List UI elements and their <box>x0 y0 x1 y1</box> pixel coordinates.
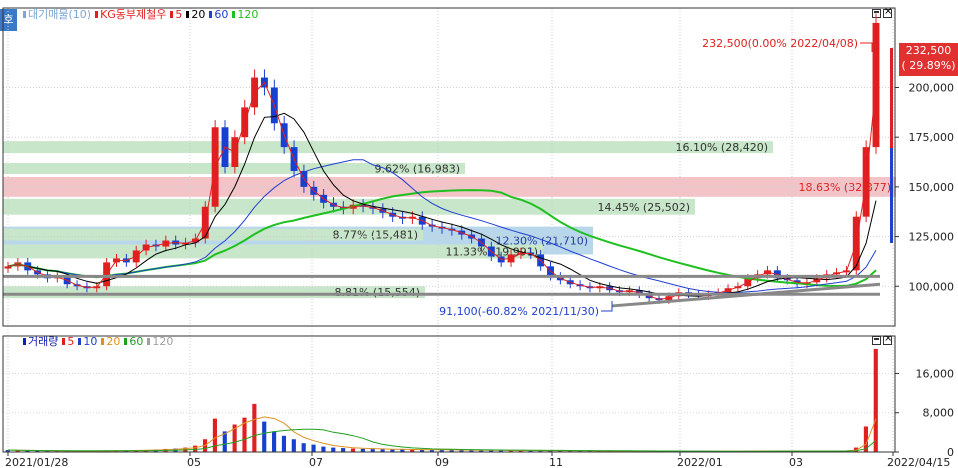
x-tick-label-2: 07 <box>309 456 323 468</box>
high-annotation: 232,500(0.00% 2022/04/08) <box>702 37 858 50</box>
current-price-change: ( 29.89%) <box>901 59 956 72</box>
x-tick-label-5: 2022/01 <box>677 456 723 468</box>
stock-chart: 12.30% (21,710)16.10% (28,420)9.62% (16,… <box>2 7 955 468</box>
price-tick-label-2: 150,000 <box>909 181 955 194</box>
price-tick-label-1: 125,000 <box>909 231 955 244</box>
volume-moving-average <box>7 416 877 452</box>
volume-bar <box>281 435 287 452</box>
x-tick-label-1: 05 <box>187 456 201 468</box>
volume-bar <box>212 418 217 452</box>
low-annotation: 91,100(-60.82% 2021/11/30) <box>439 305 599 318</box>
volume-profile-label-1: 16.10% (28,420) <box>675 141 768 154</box>
low-annotation-arrow <box>601 301 613 312</box>
price-tick-label-3: 175,000 <box>909 131 955 144</box>
volume-bar <box>272 431 277 452</box>
chart-window: 호 대기매물(10)KG동부제철우52060120 거래량5102060120 … <box>0 0 958 468</box>
volume-profile-label-4: 14.45% (25,502) <box>597 201 690 214</box>
x-tick-label-7: 2022/04/15 <box>887 456 950 468</box>
volume-profile-label-2: 9.62% (16,983) <box>374 162 460 175</box>
current-price-badge: 232,500 ( 29.89%) <box>899 43 958 76</box>
volume-bar <box>301 443 306 452</box>
price-tick-label-0: 100,000 <box>909 280 955 293</box>
volume-bar <box>341 448 346 452</box>
volume-bar <box>252 403 257 452</box>
x-tick-label-6: 03 <box>789 456 803 468</box>
volume-bar <box>291 439 296 452</box>
volume-profile-label-3: 18.63% (32,877) <box>798 181 891 194</box>
volume-bar <box>321 446 326 452</box>
x-tick-label-4: 11 <box>549 456 563 468</box>
price-range-bar-down <box>890 148 893 243</box>
x-tick-label-3: 09 <box>435 456 449 468</box>
high-annotation-arrow <box>860 42 873 52</box>
volume-tick-label-1: 8,000 <box>923 407 955 420</box>
volume-tick-label-0: 16,000 <box>916 367 955 380</box>
volume-bar <box>311 444 316 452</box>
volume-profile-band-1 <box>3 141 773 154</box>
volume-profile-label-5: 8.77% (15,481) <box>332 229 418 242</box>
volume-bar <box>193 445 198 452</box>
x-tick-label-0: 2021/01/28 <box>5 456 68 468</box>
volume-moving-average-long <box>7 428 877 452</box>
volume-bar <box>873 348 878 452</box>
volume-bar <box>262 421 267 452</box>
price-tick-label-4: 200,000 <box>909 82 955 95</box>
current-price-value: 232,500 <box>905 44 952 57</box>
volume-bar <box>331 447 336 452</box>
volume-pane-frame <box>2 335 896 453</box>
volume-bar <box>350 448 356 452</box>
